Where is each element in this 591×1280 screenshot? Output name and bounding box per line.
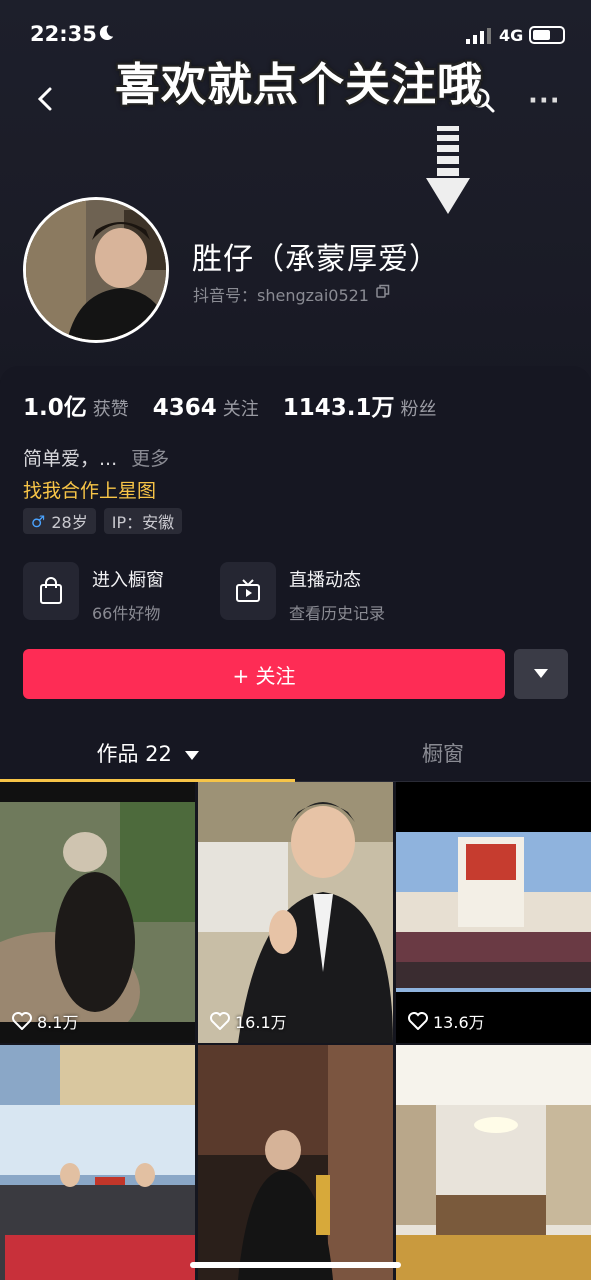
thumbnail-image — [198, 782, 393, 1043]
stat-value: 1.0亿 — [23, 395, 87, 421]
quick-subtitle: 查看历史记录 — [289, 604, 386, 623]
heart-icon — [210, 1012, 230, 1030]
stat-likes[interactable]: 1.0亿 获赞 — [23, 388, 129, 422]
home-indicator[interactable] — [190, 1262, 401, 1268]
thumbnail-image — [396, 1045, 591, 1280]
age-text: 28岁 — [51, 513, 88, 532]
stat-value: 4364 — [152, 395, 217, 421]
stat-followers[interactable]: 1143.1万 粉丝 — [283, 388, 437, 422]
live-history-entry[interactable]: 直播动态 查看历史记录 — [220, 562, 385, 624]
network-type: 4G — [499, 26, 524, 45]
caret-down-icon — [534, 669, 548, 678]
quick-title: 直播动态 — [289, 570, 361, 591]
video-thumbnail[interactable] — [0, 1045, 195, 1280]
heart-icon — [12, 1012, 32, 1030]
tags-row: ♂ 28岁 IP：安徽 — [23, 508, 190, 534]
ip-location-tag: IP：安徽 — [103, 508, 183, 534]
thumbnail-image — [0, 1045, 195, 1280]
caret-down-icon — [184, 751, 199, 760]
tab-works-label: 作品 22 — [96, 742, 172, 766]
douyin-id: 抖音号：shengzai0521 — [193, 286, 369, 305]
back-icon[interactable] — [34, 86, 56, 112]
quick-title: 进入橱窗 — [92, 570, 164, 591]
tab-window[interactable]: 橱窗 — [295, 738, 591, 768]
video-thumbnail[interactable]: 16.1万 — [198, 782, 393, 1043]
moon-icon — [99, 25, 114, 41]
bio: 简单爱，... 更多 — [23, 444, 169, 471]
shop-window-entry[interactable]: 进入橱窗 66件好物 — [23, 562, 164, 624]
heart-icon — [408, 1012, 428, 1030]
thumbnail-image — [0, 782, 195, 1043]
video-thumbnail[interactable]: 13.6万 — [396, 782, 591, 1043]
battery-icon — [529, 26, 565, 44]
tv-icon — [220, 562, 276, 620]
thumbnail-image — [198, 1045, 393, 1280]
content-tabs: 作品 22 橱窗 — [0, 724, 591, 782]
avatar-image — [26, 200, 166, 340]
avatar[interactable] — [23, 197, 169, 343]
battery-level — [533, 30, 550, 40]
video-thumbnail[interactable]: 8.1万 — [0, 782, 195, 1043]
like-count-text: 16.1万 — [235, 1013, 287, 1032]
thumbnail-image — [396, 782, 591, 1043]
male-icon: ♂ — [31, 511, 46, 531]
status-time: 22:35 — [30, 22, 97, 46]
like-count: 13.6万 — [408, 1009, 485, 1033]
video-thumbnail[interactable] — [396, 1045, 591, 1280]
like-count: 8.1万 — [12, 1009, 78, 1033]
profile-name: 胜仔（承蒙厚爱） — [192, 242, 440, 277]
signal-icon — [466, 28, 491, 44]
overlay-banner: 喜欢就点个关注哦 — [114, 58, 483, 111]
quick-subtitle: 66件好物 — [92, 604, 161, 623]
stat-value: 1143.1万 — [282, 395, 395, 421]
like-count-text: 8.1万 — [37, 1013, 79, 1032]
stat-following[interactable]: 4364 关注 — [153, 395, 259, 421]
stats-row: 1.0亿 获赞 4364 关注 1143.1万 粉丝 — [23, 388, 461, 422]
follow-button[interactable]: + 关注 — [23, 649, 505, 699]
bio-text: 简单爱，... — [23, 448, 118, 470]
business-link[interactable]: 找我合作上星图 — [23, 476, 156, 503]
gender-age-tag: ♂ 28岁 — [23, 508, 96, 534]
ip-text: IP：安徽 — [111, 513, 175, 532]
stat-label: 获赞 — [92, 399, 129, 420]
copy-icon[interactable] — [376, 284, 390, 298]
like-count: 16.1万 — [210, 1009, 287, 1033]
like-count-text: 13.6万 — [433, 1013, 485, 1032]
down-arrow-icon — [426, 126, 470, 214]
shopping-bag-icon — [23, 562, 79, 620]
stat-label: 关注 — [222, 399, 259, 420]
bio-more-link[interactable]: 更多 — [131, 448, 169, 470]
tab-works[interactable]: 作品 22 — [0, 738, 295, 768]
stat-label: 粉丝 — [400, 399, 437, 420]
recommend-dropdown-button[interactable] — [514, 649, 568, 699]
video-thumbnail[interactable] — [198, 1045, 393, 1280]
